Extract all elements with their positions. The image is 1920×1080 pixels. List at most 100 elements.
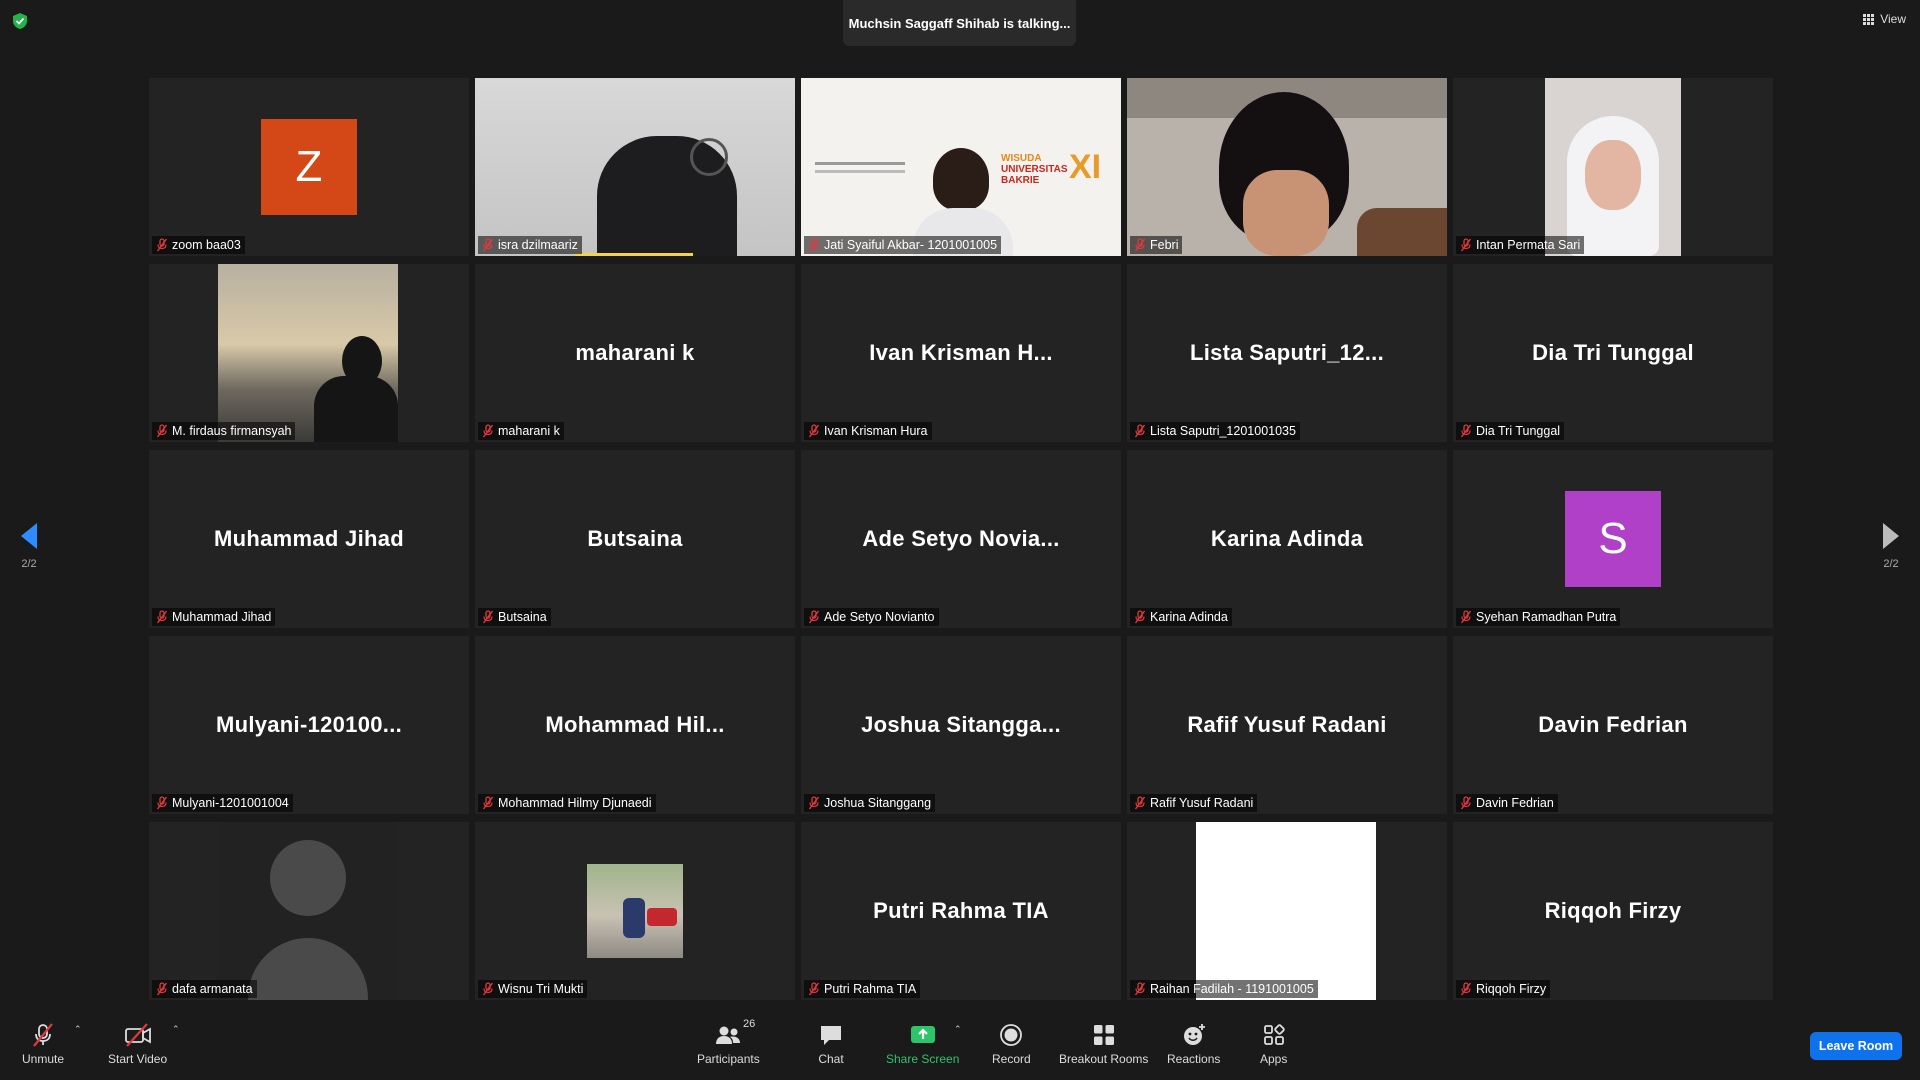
participant-name-label: dafa armanata [152, 980, 257, 998]
participant-name-label: zoom baa03 [152, 236, 245, 254]
grid-view-icon [1863, 13, 1875, 25]
participant-name: Intan Permata Sari [1476, 238, 1581, 252]
participant-display-name: Mohammad Hil... [545, 712, 725, 737]
muted-mic-icon [156, 982, 168, 996]
participant-tile[interactable]: Butsaina Butsaina [475, 450, 795, 628]
participant-tile[interactable]: Wisnu Tri Mukti [475, 822, 795, 1000]
next-page-button[interactable]: 2/2 [1876, 522, 1906, 572]
muted-mic-icon [1460, 610, 1472, 624]
participant-display-name: Mulyani-120100... [215, 712, 403, 737]
page-indicator-left: 2/2 [21, 558, 37, 570]
muted-mic-icon [808, 796, 820, 810]
participant-name-label: Riqqoh Firzy [1456, 980, 1551, 998]
participant-name: M. firdaus firmansyah [172, 424, 292, 438]
participant-tile[interactable]: Raihan Fadilah - 1191001005 [1127, 822, 1447, 1000]
participant-tile[interactable]: Intan Permata Sari [1453, 78, 1773, 256]
chevron-right-icon [1883, 523, 1899, 549]
participant-tile[interactable]: Mulyani-120100... Mulyani-1201001004 [149, 636, 469, 814]
participant-tile[interactable]: maharani k maharani k [475, 264, 795, 442]
participant-tile[interactable]: dafa armanata [149, 822, 469, 1000]
participant-tile[interactable]: M. firdaus firmansyah [149, 264, 469, 442]
participant-tile[interactable]: Rafif Yusuf Radani Rafif Yusuf Radani [1127, 636, 1447, 814]
muted-mic-icon [1134, 982, 1146, 996]
participant-tile[interactable]: S Syehan Ramadhan Putra [1453, 450, 1773, 628]
participant-tile[interactable]: Joshua Sitangga... Joshua Sitanggang [801, 636, 1121, 814]
participant-name: Joshua Sitanggang [824, 796, 932, 810]
leave-room-button[interactable]: Leave Room [1810, 1032, 1902, 1060]
participant-tile[interactable]: Muhammad Jihad Muhammad Jihad [149, 450, 469, 628]
muted-mic-icon [482, 424, 494, 438]
participant-name-label: Davin Fedrian [1456, 794, 1558, 812]
participant-tile[interactable]: Putri Rahma TIA Putri Rahma TIA [801, 822, 1121, 1000]
participant-name-label: Raihan Fadilah - 1191001005 [1130, 980, 1318, 998]
participant-tile[interactable]: Febri [1127, 78, 1447, 256]
participant-name: Lista Saputri_1201001035 [1150, 424, 1296, 438]
participant-name-label: isra dzilmaariz [478, 236, 582, 254]
participant-name: Febri [1150, 238, 1179, 252]
reactions-button[interactable]: Reactions [1167, 1022, 1220, 1066]
participant-name-label: Ade Setyo Novianto [804, 608, 939, 626]
page-indicator-right: 2/2 [1883, 558, 1899, 570]
share-screen-button[interactable]: Share Screen [886, 1022, 959, 1066]
participant-name-label: Dia Tri Tunggal [1456, 422, 1565, 440]
participant-tile[interactable]: Dia Tri Tunggal Dia Tri Tunggal [1453, 264, 1773, 442]
participants-label: Participants [697, 1052, 760, 1066]
participant-tile[interactable]: isra dzilmaariz [475, 78, 795, 256]
share-options-caret[interactable]: ⌃ [954, 1024, 962, 1035]
prev-page-button[interactable]: 2/2 [14, 522, 44, 572]
participant-name: Ivan Krisman Hura [824, 424, 928, 438]
muted-mic-icon [1134, 796, 1146, 810]
participant-name-label: Rafif Yusuf Radani [1130, 794, 1258, 812]
start-video-label: Start Video [108, 1052, 168, 1066]
profile-photo [587, 864, 683, 958]
video-options-caret[interactable]: ⌃ [172, 1024, 180, 1035]
participant-tile[interactable]: Karina Adinda Karina Adinda [1127, 450, 1447, 628]
reactions-icon [1183, 1024, 1205, 1045]
participant-tile[interactable]: Riqqoh Firzy Riqqoh Firzy [1453, 822, 1773, 1000]
apps-button[interactable]: Apps [1260, 1022, 1287, 1066]
participant-name-label: Wisnu Tri Mukti [478, 980, 588, 998]
participant-name: Putri Rahma TIA [824, 982, 917, 996]
video-feed [1127, 78, 1447, 256]
start-video-button[interactable]: Start Video [108, 1022, 167, 1066]
muted-mic-icon [156, 796, 168, 810]
participant-name-label: Putri Rahma TIA [804, 980, 921, 998]
participant-tile[interactable]: Zzoom baa03 [149, 78, 469, 256]
muted-mic-icon [1134, 424, 1146, 438]
record-button[interactable]: Record [992, 1022, 1031, 1066]
muted-mic-icon [482, 796, 494, 810]
view-button[interactable]: View [1863, 12, 1906, 26]
unmute-button[interactable]: Unmute [22, 1022, 64, 1066]
encryption-shield-icon[interactable] [11, 12, 29, 30]
video-off-icon [124, 1023, 151, 1047]
participant-name-label: Mulyani-1201001004 [152, 794, 293, 812]
muted-mic-icon [156, 610, 168, 624]
chat-button[interactable]: Chat [818, 1022, 844, 1066]
participant-name: Mohammad Hilmy Djunaedi [498, 796, 652, 810]
participant-name: zoom baa03 [172, 238, 241, 252]
participant-display-name: Davin Fedrian [1538, 712, 1688, 737]
participant-tile[interactable]: Mohammad Hil... Mohammad Hilmy Djunaedi [475, 636, 795, 814]
participant-tile[interactable]: Lista Saputri_12... Lista Saputri_1201001… [1127, 264, 1447, 442]
participant-name: Davin Fedrian [1476, 796, 1554, 810]
participant-tile[interactable]: Ivan Krisman H... Ivan Krisman Hura [801, 264, 1121, 442]
participant-display-name: Rafif Yusuf Radani [1187, 712, 1387, 737]
participant-name-label: Butsaina [478, 608, 551, 626]
participant-name: Dia Tri Tunggal [1476, 424, 1561, 438]
participant-name: Syehan Ramadhan Putra [1476, 610, 1617, 624]
breakout-rooms-button[interactable]: Breakout Rooms [1059, 1022, 1148, 1066]
participant-tile[interactable]: Ade Setyo Novia... Ade Setyo Novianto [801, 450, 1121, 628]
muted-mic-icon [1460, 424, 1472, 438]
chevron-left-icon [21, 523, 37, 549]
participant-display-name: Riqqoh Firzy [1544, 898, 1682, 923]
video-feed: WISUDA UNIVERSITAS BAKRIE XI [801, 78, 1121, 256]
muted-mic-icon [1134, 238, 1146, 252]
audio-options-caret[interactable]: ⌃ [74, 1024, 82, 1035]
muted-mic-icon [482, 982, 494, 996]
participant-tile[interactable]: WISUDA UNIVERSITAS BAKRIE XI Jati Syaiful Ak… [801, 78, 1121, 256]
participant-tile[interactable]: Davin Fedrian Davin Fedrian [1453, 636, 1773, 814]
participant-name-label: Febri [1130, 236, 1183, 254]
muted-mic-icon [1460, 982, 1472, 996]
avatar: Z [261, 119, 357, 215]
participant-name-label: Karina Adinda [1130, 608, 1232, 626]
